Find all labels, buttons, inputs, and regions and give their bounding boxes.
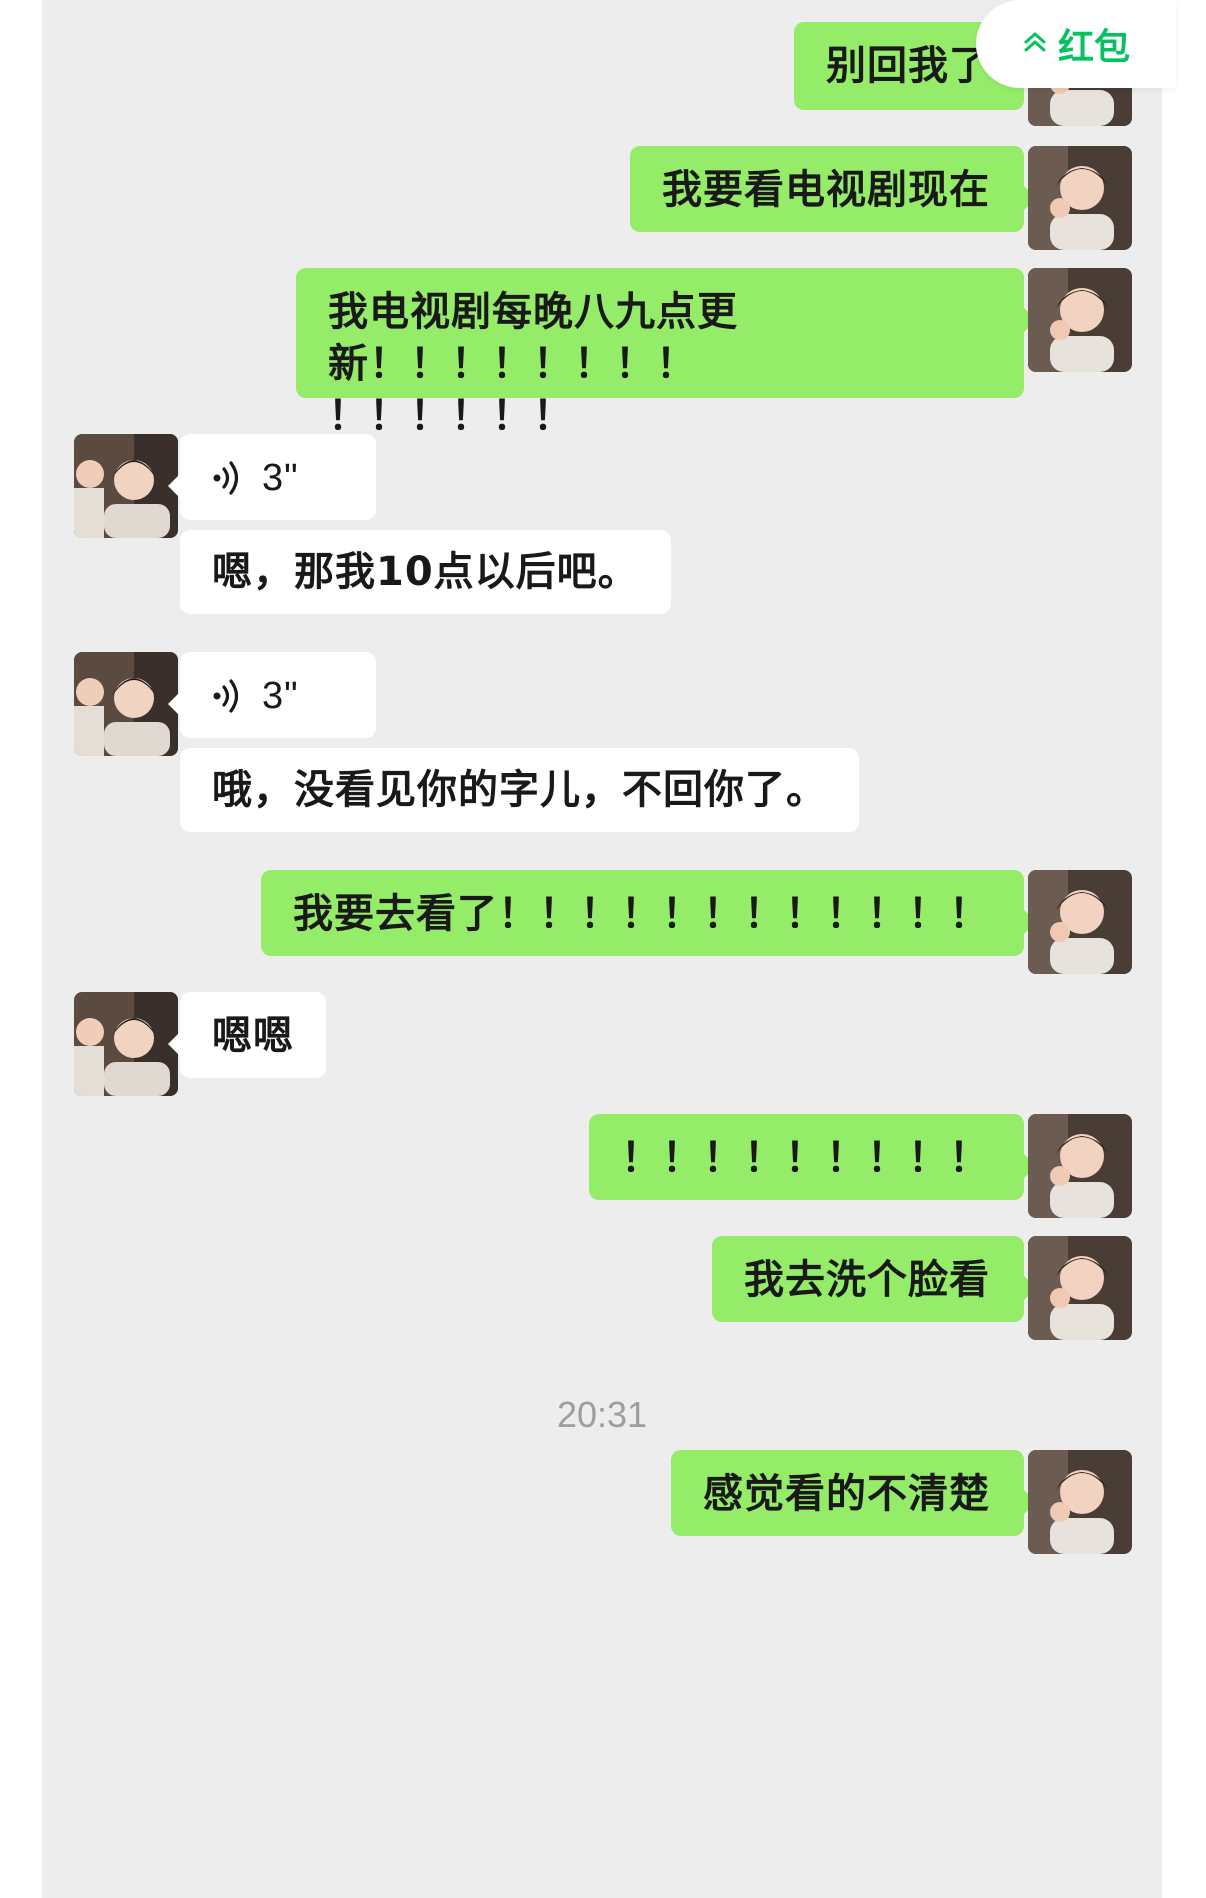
outgoing-message-bubble[interactable]: ！！！！！！！！！ <box>589 1114 1036 1200</box>
double-chevron-up-icon <box>1022 29 1048 59</box>
message-text: 我去洗个脸看 <box>744 1257 990 1303</box>
message-timestamp: 20:31 <box>556 1394 648 1435</box>
incoming-message-bubble[interactable]: 哦，没看见你的字儿，不回你了。 <box>180 748 859 832</box>
message-text: 嗯，那我10点以后吧。 <box>212 549 639 595</box>
outgoing-message-bubble[interactable]: 我要去看了！！！！！！！！！！！！ <box>261 870 1036 956</box>
my-avatar[interactable] <box>1028 1114 1132 1218</box>
contact-avatar[interactable] <box>74 434 178 538</box>
outgoing-message-bubble[interactable]: 感觉看的不清楚 <box>671 1450 1036 1536</box>
my-avatar[interactable] <box>1028 146 1132 250</box>
red-packet-button[interactable]: 红包 <box>976 0 1176 88</box>
message-text: 我要看电视剧现在 <box>662 167 990 213</box>
outgoing-message-bubble[interactable]: 我去洗个脸看 <box>712 1236 1036 1322</box>
voice-message-bubble[interactable]: 3" <box>168 652 376 738</box>
message-text-line: 我电视剧每晚八九点更新！！！！！！！！ <box>328 289 738 387</box>
voice-wave-icon <box>212 461 240 495</box>
voice-wave-icon <box>212 679 240 713</box>
red-packet-label: 红包 <box>1057 27 1130 68</box>
my-avatar[interactable] <box>1028 1450 1132 1554</box>
message-text: 别回我了 <box>826 43 990 89</box>
voice-duration: 3" <box>262 457 299 499</box>
voice-message-bubble[interactable]: 3" <box>168 434 376 520</box>
message-text: 嗯嗯 <box>212 1013 294 1059</box>
my-avatar[interactable] <box>1028 268 1132 372</box>
contact-avatar[interactable] <box>74 992 178 1096</box>
message-text: 感觉看的不清楚 <box>703 1471 990 1517</box>
chat-area[interactable]: 别回我了 我要看电视剧现在 我电视剧每晚八九点更新！！！！！！！！ ！！！！！！ <box>42 0 1162 1898</box>
message-text: ！！！！！！！！！ <box>621 1135 990 1181</box>
my-avatar[interactable] <box>1028 870 1132 974</box>
incoming-message-bubble[interactable]: 嗯，那我10点以后吧。 <box>180 530 671 614</box>
my-avatar[interactable] <box>1028 1236 1132 1340</box>
incoming-message-bubble[interactable]: 嗯嗯 <box>168 992 326 1078</box>
voice-duration: 3" <box>262 675 299 717</box>
outgoing-message-bubble[interactable]: 我要看电视剧现在 <box>630 146 1036 232</box>
message-text-line: ！！！！！！ <box>328 393 574 439</box>
message-text: 哦，没看见你的字儿，不回你了。 <box>212 767 827 813</box>
contact-avatar[interactable] <box>74 652 178 756</box>
message-text: 我要去看了！！！！！！！！！！！！ <box>293 891 990 937</box>
outgoing-message-bubble[interactable]: 我电视剧每晚八九点更新！！！！！！！！ ！！！！！！ <box>296 268 1036 439</box>
